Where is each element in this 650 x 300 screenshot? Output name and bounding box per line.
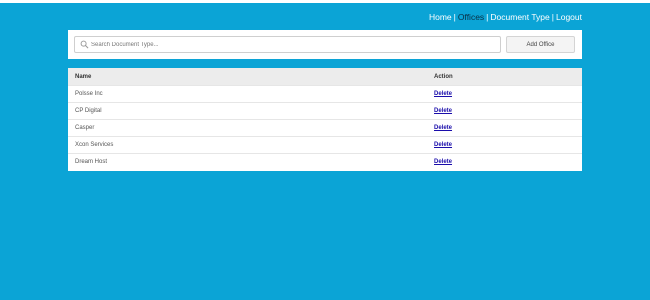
office-name: Polsse Inc: [68, 85, 427, 103]
table-row: Dream Host Delete: [68, 153, 582, 170]
table-row: Polsse Inc Delete: [68, 85, 582, 103]
nav-separator: |: [486, 12, 489, 22]
offices-table-panel: Name Action Polsse Inc Delete CP Digital…: [68, 68, 582, 171]
search-input[interactable]: [91, 37, 491, 52]
table-row: Xcon Services Delete: [68, 136, 582, 154]
table-row: Casper Delete: [68, 119, 582, 137]
nav-separator: |: [453, 12, 456, 22]
table-header-row: Name Action: [68, 68, 582, 86]
delete-link[interactable]: Delete: [434, 108, 452, 114]
top-nav: Home | Offices | Document Type | Logout: [429, 12, 582, 22]
delete-link[interactable]: Delete: [434, 142, 452, 148]
search-icon: [80, 40, 89, 49]
delete-link[interactable]: Delete: [434, 91, 452, 97]
office-name: Dream Host: [68, 153, 427, 170]
search-panel: Add Office: [68, 30, 582, 59]
nav-offices[interactable]: Offices: [458, 12, 484, 22]
delete-link[interactable]: Delete: [434, 159, 452, 165]
office-name: Casper: [68, 119, 427, 137]
delete-link[interactable]: Delete: [434, 125, 452, 131]
table-row: CP Digital Delete: [68, 102, 582, 120]
top-strip: [0, 0, 650, 3]
nav-document-type[interactable]: Document Type: [490, 12, 549, 22]
column-header-name: Name: [75, 73, 92, 80]
column-header-action: Action: [434, 73, 453, 80]
nav-separator: |: [551, 12, 554, 22]
offices-table: Name Action Polsse Inc Delete CP Digital…: [68, 68, 582, 170]
search-box[interactable]: [74, 36, 501, 53]
nav-logout[interactable]: Logout: [556, 12, 582, 22]
nav-home[interactable]: Home: [429, 12, 452, 22]
office-name: CP Digital: [68, 102, 427, 120]
add-office-button[interactable]: Add Office: [506, 36, 575, 53]
office-name: Xcon Services: [68, 136, 427, 154]
